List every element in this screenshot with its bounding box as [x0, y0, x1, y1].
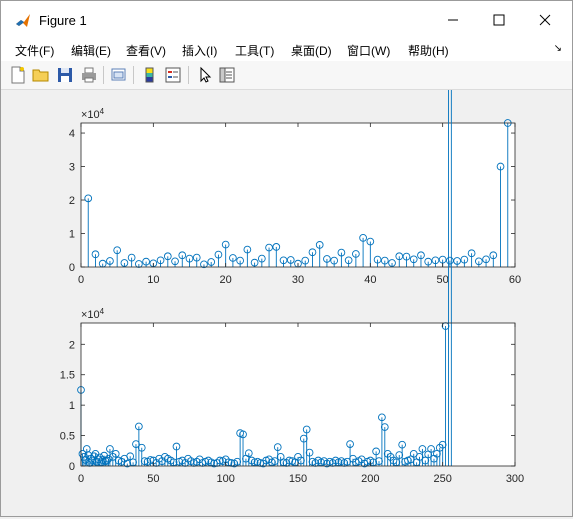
y-tick-label: 1.5 [60, 370, 75, 382]
y-tick-label: 2 [69, 339, 75, 351]
figure-canvas: 0 10 20 30 40 50 60 0 1 2 3 4 ×104 0 50 100 150 200 250 300… [1, 0, 572, 516]
dock-arrow-icon[interactable]: ↘ [554, 43, 562, 54]
menu-tools[interactable]: 工具(T) [235, 42, 274, 59]
close-icon [539, 14, 551, 26]
menu-desktop[interactable]: 桌面(D) [291, 42, 332, 59]
axes-background [81, 323, 515, 466]
open-file-icon[interactable] [32, 66, 50, 84]
menu-edit[interactable]: 编辑(E) [71, 42, 111, 59]
maximize-icon [493, 14, 505, 26]
x-tick-label: 100 [216, 473, 234, 485]
menu-window[interactable]: 窗口(W) [347, 42, 390, 59]
window-title: Figure 1 [39, 13, 87, 28]
x-tick-label: 0 [78, 473, 84, 485]
x-tick-label: 10 [147, 274, 159, 286]
colorbar-icon[interactable] [141, 66, 159, 84]
y-exponent-power: 4 [100, 107, 105, 116]
menu-help[interactable]: 帮助(H) [408, 42, 449, 59]
new-figure-icon[interactable] [9, 66, 27, 84]
y-exponent-label: ×104 [81, 307, 105, 321]
x-tick-label: 30 [292, 274, 304, 286]
y-exponent-power: 4 [100, 307, 105, 316]
toolbar-separator [103, 66, 104, 84]
toolbar-separator [133, 66, 134, 84]
save-icon[interactable] [56, 66, 74, 84]
y-tick-label: 0 [69, 461, 75, 473]
x-tick-label: 300 [506, 473, 524, 485]
x-tick-label: 20 [220, 274, 232, 286]
menu-view[interactable]: 查看(V) [126, 42, 166, 59]
y-tick-label: 1 [69, 229, 75, 241]
menu-insert[interactable]: 插入(I) [182, 42, 217, 59]
property-inspector-icon[interactable] [218, 66, 236, 84]
minimize-icon [448, 19, 458, 21]
x-tick-label: 50 [437, 274, 449, 286]
pointer-icon[interactable] [196, 66, 214, 84]
maximize-button[interactable] [476, 1, 522, 39]
close-button[interactable] [522, 1, 568, 39]
plots-svg: 0 10 20 30 40 50 6001234×1040 50 100 150 200 250 300… [60, 0, 524, 485]
x-tick-label: 200 [361, 473, 379, 485]
matlab-logo-icon [16, 14, 30, 27]
plot-top: 0 10 20 30 40 50 6001234×104 [69, 107, 521, 286]
menu-file[interactable]: 文件(F) [15, 42, 54, 59]
y-tick-label: 0 [69, 262, 75, 274]
y-tick-label: 2 [69, 195, 75, 207]
link-plot-icon[interactable] [110, 66, 128, 84]
print-icon[interactable] [80, 66, 98, 84]
x-tick-label: 50 [147, 473, 159, 485]
y-tick-label: 1 [69, 400, 75, 412]
title-bar: Figure 1 [1, 1, 572, 39]
legend-icon[interactable] [164, 66, 182, 84]
toolbar-separator [188, 66, 189, 84]
menu-bar: 文件(F) 编辑(E) 查看(V) 插入(I) 工具(T) 桌面(D) 窗口(W… [1, 39, 572, 61]
x-tick-label: 250 [433, 473, 451, 485]
y-exponent-label: ×104 [81, 107, 105, 121]
y-tick-label: 4 [69, 128, 75, 140]
x-tick-label: 60 [509, 274, 521, 286]
y-tick-label: 3 [69, 162, 75, 174]
x-tick-label: 40 [364, 274, 376, 286]
x-tick-label: 150 [289, 473, 307, 485]
x-tick-label: 0 [78, 274, 84, 286]
minimize-button[interactable] [430, 1, 476, 39]
axes-background [81, 123, 515, 267]
y-tick-label: 0.5 [60, 431, 75, 443]
figure-toolbar [1, 61, 572, 90]
figure-window: Figure 1 文件(F) 编辑(E) 查看(V) 插入(I) 工具(T) 桌… [0, 0, 573, 517]
